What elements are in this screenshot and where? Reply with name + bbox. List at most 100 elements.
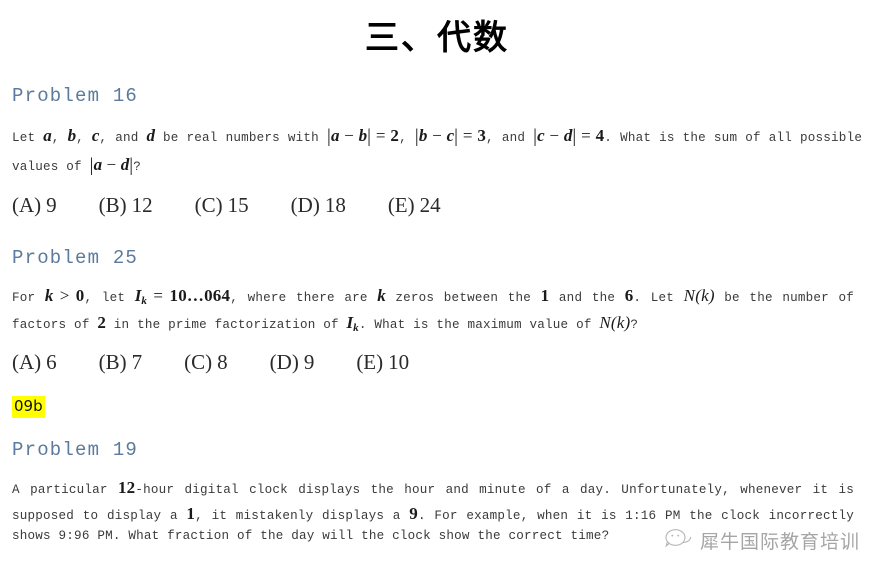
answer-choice[interactable]: (A) 9	[12, 193, 57, 218]
choice-value: 9	[303, 349, 315, 374]
text-fragment: ,	[51, 130, 68, 145]
problem-body-25: For k > 0, let Ik = 10…064, where there …	[12, 283, 854, 337]
text-fragment: , where there are	[230, 290, 378, 305]
answer-choice[interactable]: (D) 9	[270, 350, 315, 375]
answer-choice[interactable]: (C) 15	[195, 193, 249, 218]
choice-letter: (B)	[98, 349, 127, 374]
math-var-a: a	[43, 125, 52, 145]
text-fragment: ?	[133, 160, 142, 175]
math-relation: =	[458, 125, 478, 145]
choice-letter: (D)	[269, 349, 299, 374]
choice-value: 12	[131, 192, 153, 217]
math-number: 4	[595, 125, 605, 145]
text-fragment: Let	[12, 130, 44, 145]
text-fragment: . What is the maximum value of	[358, 317, 600, 332]
math-abs-close: |	[129, 155, 134, 177]
text-fragment: and the	[549, 290, 625, 305]
math-relation: =	[371, 125, 391, 145]
math-var: c	[537, 125, 545, 145]
math-number: 10…064	[169, 285, 231, 305]
problem-heading-16: Problem 16	[12, 84, 139, 107]
text-fragment: zeros between the	[385, 290, 541, 305]
answer-choice[interactable]: (A) 6	[12, 350, 57, 375]
problem-body-16: Let a, b, c, and d be real numbers with …	[12, 121, 862, 180]
math-number: 1	[540, 285, 550, 305]
math-abs-open: |	[89, 155, 94, 177]
status-badge: 09b	[12, 395, 45, 418]
text-fragment: ?	[630, 317, 639, 332]
choice-value: 15	[227, 192, 249, 217]
math-relation: >	[53, 285, 76, 305]
math-abs-close: |	[454, 125, 459, 147]
text-fragment: be real numbers with	[154, 130, 327, 145]
text-fragment: , and	[486, 130, 534, 145]
math-abs-open: |	[326, 125, 331, 147]
text-fragment: ,	[76, 130, 92, 145]
text-fragment: ,	[99, 130, 116, 145]
math-operator: −	[339, 125, 359, 145]
choice-value: 6	[46, 349, 57, 374]
math-abs-close: |	[367, 125, 372, 147]
answer-choice[interactable]: (B) 12	[99, 193, 153, 218]
math-abs-close: |	[572, 125, 577, 147]
problem-heading-19: Problem 19	[12, 438, 139, 461]
choice-value: 7	[131, 349, 143, 374]
math-var-b: b	[67, 125, 77, 145]
text-fragment: ,	[399, 130, 415, 145]
answer-choices-16: (A) 9 (B) 12 (C) 15 (D) 18 (E) 24	[12, 193, 862, 218]
math-var: d	[120, 155, 130, 175]
math-number: 3	[477, 125, 487, 145]
choice-value: 18	[324, 192, 346, 217]
choice-letter: (D)	[290, 192, 320, 217]
math-number: 2	[97, 312, 107, 332]
math-abs-open: |	[414, 125, 419, 147]
text-fragment: . Let	[633, 290, 684, 305]
problem-block-16: Problem 16 Let a, b, c, and d be real nu…	[0, 85, 874, 218]
math-operator: −	[427, 125, 447, 145]
math-number: 12	[117, 477, 136, 497]
page-root: { "document": { "title": "三、代数", "waterm…	[0, 0, 874, 563]
choice-letter: (A)	[12, 349, 42, 374]
choice-value: 8	[217, 349, 228, 374]
math-number: 0	[75, 285, 85, 305]
math-number: 2	[390, 125, 400, 145]
math-function-N: N(k)	[599, 312, 631, 332]
answer-choice[interactable]: (E) 24	[388, 193, 441, 218]
math-number: 1	[186, 503, 196, 523]
answer-choice[interactable]: (D) 18	[291, 193, 346, 218]
math-var: c	[446, 125, 455, 145]
math-operator: −	[544, 125, 564, 145]
math-operator: −	[102, 155, 121, 175]
problem-heading-25: Problem 25	[12, 246, 139, 269]
math-relation: =	[147, 285, 170, 305]
choice-letter: (E)	[387, 192, 415, 217]
problem-block-19: Problem 19 A particular 12-hour digital …	[0, 439, 874, 547]
text-fragment: and	[115, 130, 147, 145]
choice-letter: (B)	[98, 192, 127, 217]
math-relation: =	[576, 125, 596, 145]
choice-letter: (C)	[184, 349, 213, 374]
text-fragment: , let	[84, 290, 135, 305]
math-var: a	[93, 155, 103, 175]
problem-block-25: Problem 25 For k > 0, let Ik = 10…064, w…	[0, 247, 874, 375]
math-abs-open: |	[533, 125, 538, 147]
answer-choice[interactable]: (B) 7	[99, 350, 143, 375]
answer-choice[interactable]: (E) 10	[356, 350, 409, 375]
choice-value: 24	[419, 192, 441, 217]
choice-letter: (E)	[356, 349, 384, 374]
tag-row: 09b	[0, 395, 874, 418]
answer-choices-25: (A) 6 (B) 7 (C) 8 (D) 9 (E) 10	[12, 350, 862, 375]
choice-value: 9	[46, 192, 57, 217]
text-fragment: For	[12, 290, 45, 305]
text-fragment: , it mistakenly displays a	[195, 508, 410, 523]
text-fragment: in the prime factorization of	[106, 317, 347, 332]
text-fragment: A particular	[12, 482, 118, 497]
math-var: b	[358, 125, 368, 145]
choice-letter: (C)	[194, 192, 223, 217]
math-number: 9	[409, 503, 418, 523]
math-var-d: d	[146, 125, 155, 145]
problem-body-19: A particular 12-hour digital clock displ…	[12, 475, 854, 547]
choice-value: 10	[388, 349, 410, 374]
math-var-k: k	[377, 285, 386, 305]
answer-choice[interactable]: (C) 8	[184, 350, 228, 375]
